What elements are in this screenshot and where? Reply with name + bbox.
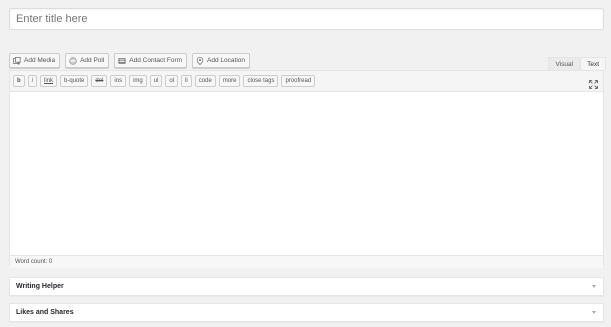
post-title-input[interactable] xyxy=(10,10,603,28)
qt-close-tags-button[interactable]: close tags xyxy=(243,75,279,87)
qt-blockquote-button[interactable]: b-quote xyxy=(60,75,89,87)
tab-text[interactable]: Text xyxy=(580,57,606,70)
add-poll-label: Add Poll xyxy=(80,57,105,64)
toggle-arrow-icon[interactable] xyxy=(592,311,596,314)
postbox-likes-and-shares[interactable]: Likes and Shares xyxy=(9,303,604,322)
add-contact-form-label: Add Contact Form xyxy=(129,57,183,64)
fullscreen-icon[interactable] xyxy=(589,76,598,89)
qt-link-button[interactable]: link xyxy=(40,75,58,87)
quicktags-toolbar: b i link b-quote del ins img ul ol li co… xyxy=(10,71,603,92)
post-title-field[interactable] xyxy=(9,8,604,30)
add-contact-form-button[interactable]: Add Contact Form xyxy=(114,53,188,68)
postbox-title: Likes and Shares xyxy=(16,309,74,316)
postbox-writing-helper[interactable]: Writing Helper xyxy=(9,277,604,296)
add-media-button[interactable]: Add Media xyxy=(9,53,61,68)
qt-del-button[interactable]: del xyxy=(91,75,108,87)
editor-content-area[interactable] xyxy=(10,92,603,255)
post-editor: b i link b-quote del ins img ul ol li co… xyxy=(9,70,604,268)
qt-proofread-button[interactable]: proofread xyxy=(281,75,316,87)
qt-ol-button[interactable]: ol xyxy=(165,75,179,87)
add-location-button[interactable]: Add Location xyxy=(192,53,250,68)
add-location-label: Add Location xyxy=(207,57,245,64)
qt-ul-button[interactable]: ul xyxy=(149,75,163,87)
add-poll-button[interactable]: Add Poll xyxy=(65,53,110,68)
qt-code-button[interactable]: code xyxy=(194,75,216,87)
qt-img-button[interactable]: img xyxy=(129,75,147,87)
qt-more-button[interactable]: more xyxy=(218,75,241,87)
toggle-arrow-icon[interactable] xyxy=(592,285,596,288)
media-buttons-bar: Add Media Add Poll Add Contact Form Add … xyxy=(9,53,250,68)
qt-italic-button[interactable]: i xyxy=(27,75,38,87)
word-count: Word count: 0 xyxy=(15,259,53,265)
qt-li-button[interactable]: li xyxy=(181,75,192,87)
contact-form-icon xyxy=(118,57,126,65)
media-icon xyxy=(13,56,21,65)
location-pin-icon xyxy=(196,56,204,65)
editor-tabs: Visual Text xyxy=(548,57,606,70)
qt-ins-button[interactable]: ins xyxy=(110,75,127,87)
postbox-title: Writing Helper xyxy=(16,283,64,290)
qt-bold-button[interactable]: b xyxy=(13,75,25,87)
add-media-label: Add Media xyxy=(24,57,56,64)
editor-status-bar: Word count: 0 xyxy=(10,255,603,268)
poll-icon xyxy=(69,56,77,65)
tab-visual[interactable]: Visual xyxy=(548,57,581,70)
